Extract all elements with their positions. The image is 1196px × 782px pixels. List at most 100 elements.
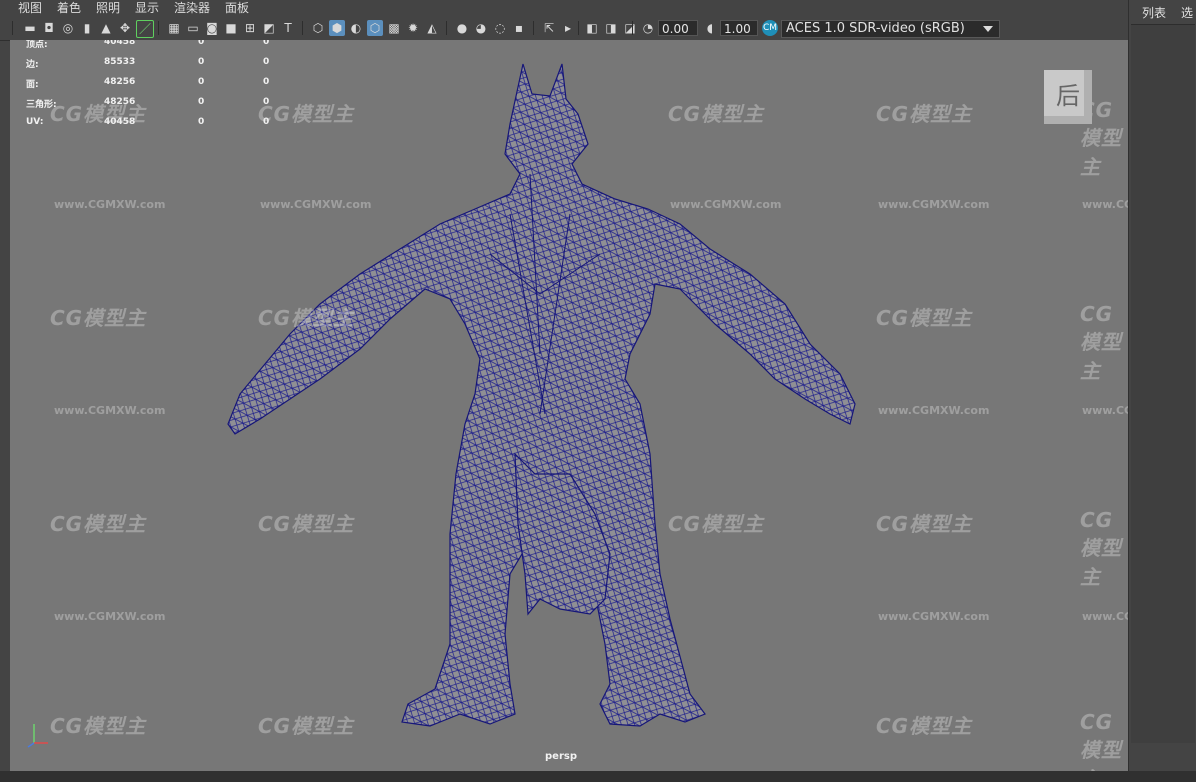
hud-label: 边:	[26, 60, 39, 70]
watermark-url: www.CGMXW.com	[54, 404, 166, 417]
xray-joints-icon[interactable]: ◨	[603, 20, 619, 36]
toolbar-separator	[533, 21, 534, 35]
hud-value: 48256	[104, 97, 136, 107]
menu-lighting[interactable]: 照明	[96, 0, 120, 16]
outliner-content[interactable]	[1131, 24, 1195, 743]
screen-space-ao-icon[interactable]: ●	[454, 20, 470, 36]
hud-value: 48256	[104, 77, 136, 87]
menu-renderer[interactable]: 渲染器	[174, 0, 210, 16]
axis-gizmo-icon	[27, 724, 48, 748]
hud-value: 40458	[104, 117, 136, 127]
hud-value: 0	[198, 57, 205, 67]
multisample-aa-icon[interactable]: ◌	[492, 20, 508, 36]
toolbar-separator	[578, 21, 579, 35]
panel-toolbar: ▬ ◘ ◎ ▮ ▲ ✥ ／ ▦ ▭ ◙ ■ ⊞ ◩ T ⬡ ⬢ ◐ ⬡ ▩ ✹ …	[0, 16, 1128, 41]
safe-title-icon[interactable]: T	[280, 20, 296, 36]
camera-attributes-icon[interactable]: ◘	[41, 20, 57, 36]
wireframe-on-shaded-icon[interactable]: ⬡	[367, 20, 383, 36]
isolate-select-icon[interactable]: ⇱	[541, 20, 557, 36]
hud-row-vertices: 顶点: 40458 0 0	[26, 40, 286, 53]
toolbar-separator	[158, 21, 159, 35]
grease-pencil-icon[interactable]: ▲	[98, 20, 114, 36]
resolution-gate-icon[interactable]: ◙	[204, 20, 220, 36]
watermark-logo: CG模型主	[1080, 508, 1122, 589]
hud-value: 0	[198, 40, 205, 47]
watermark-logo: CG模型主	[876, 306, 973, 330]
gamma-field[interactable]: 1.00	[720, 20, 758, 36]
view-cube[interactable]: 后	[1044, 70, 1092, 124]
default-material-icon[interactable]: ◐	[348, 20, 364, 36]
safe-action-icon[interactable]: ◩	[261, 20, 277, 36]
colorspace-dropdown[interactable]: ACES 1.0 SDR-video (sRGB)	[781, 20, 1000, 38]
hud-value: 40458	[104, 40, 136, 47]
watermark-url: www.CGMXW.com	[1082, 404, 1128, 417]
hud-label: UV:	[26, 117, 44, 127]
use-all-lights-icon[interactable]: ✹	[405, 20, 421, 36]
watermark-url: www.CGMXW.com	[878, 610, 990, 623]
gate-mask-icon[interactable]: ■	[223, 20, 239, 36]
color-management-icon[interactable]: CM	[762, 20, 778, 36]
hud-value: 0	[198, 77, 205, 87]
maya-app: 视图 着色 照明 显示 渲染器 面板 ▬ ◘ ◎ ▮ ▲ ✥ ／ ▦ ▭ ◙ ■…	[0, 0, 1196, 782]
field-chart-icon[interactable]: ⊞	[242, 20, 258, 36]
persp-viewport[interactable]: 顶点: 40458 0 0 边: 85533 0 0 面: 48256 0 0 …	[10, 40, 1128, 771]
menu-show[interactable]: 显示	[135, 0, 159, 16]
watermark-url: www.CGMXW.com	[878, 404, 990, 417]
exposure-icon[interactable]: ◔	[640, 20, 656, 36]
menu-view[interactable]: 视图	[18, 0, 42, 16]
camera-name-label: persp	[545, 751, 577, 762]
watermark-logo: CG模型主	[876, 512, 973, 536]
exposure-field[interactable]: 0.00	[658, 20, 698, 36]
menu-shading[interactable]: 着色	[57, 0, 81, 16]
watermark-url: www.CGMXW.com	[878, 198, 990, 211]
watermark-url: www.CGMXW.com	[54, 198, 166, 211]
hud-label: 三角形:	[26, 100, 57, 110]
tab-select[interactable]: 选	[1181, 4, 1193, 21]
watermark-logo: CG模型主	[876, 714, 973, 738]
outliner-panel: 列表 选	[1128, 0, 1196, 782]
hud-value: 0	[263, 40, 270, 47]
watermark-logo: CG模型主	[50, 512, 147, 536]
watermark-url: www.CGMXW.com	[54, 610, 166, 623]
colorspace-value: ACES 1.0 SDR-video (sRGB)	[786, 21, 965, 36]
bookmark-icon[interactable]: ◎	[60, 20, 76, 36]
hud-value: 85533	[104, 57, 136, 67]
watermark-logo: CG模型主	[50, 306, 147, 330]
tab-list[interactable]: 列表	[1142, 4, 1166, 21]
grease-pencil-active-icon[interactable]: ／	[136, 20, 154, 38]
toolbar-separator	[12, 21, 13, 35]
xray-active-components-icon[interactable]: ◧	[584, 20, 600, 36]
toolbar-separator	[302, 21, 303, 35]
watermark-url: www.CGMXW.com	[1082, 610, 1128, 623]
watermark-logo: CG模型主	[50, 714, 147, 738]
motion-blur-icon[interactable]: ◕	[473, 20, 489, 36]
depth-of-field-icon[interactable]: ▪	[511, 20, 527, 36]
grid-icon[interactable]: ▦	[166, 20, 182, 36]
watermark-logo: CG模型主	[876, 102, 973, 126]
toolbar-separator	[446, 21, 447, 35]
watermark-url: www.CGMXW.com	[1082, 198, 1128, 211]
hud-value: 0	[198, 97, 205, 107]
gamma-icon[interactable]: ◖	[702, 20, 718, 36]
watermark-logo: CG模型主	[1080, 302, 1122, 383]
panel-menu-bar: 视图 着色 照明 显示 渲染器 面板	[0, 0, 1128, 16]
backface-culling-icon[interactable]: ◪	[622, 20, 638, 36]
2d-pan-zoom-icon[interactable]: ✥	[117, 20, 133, 36]
shadows-icon[interactable]: ◭	[424, 20, 440, 36]
smooth-shade-icon[interactable]: ⬢	[329, 20, 345, 36]
chevron-down-icon	[983, 26, 993, 32]
image-plane-icon[interactable]: ▮	[79, 20, 95, 36]
watermark-logo: CG模型主	[1080, 710, 1122, 771]
camera-select-icon[interactable]: ▬	[22, 20, 38, 36]
toolbar-separator	[632, 21, 633, 35]
film-gate-icon[interactable]: ▭	[185, 20, 201, 36]
textured-icon[interactable]: ▩	[386, 20, 402, 36]
menu-panels[interactable]: 面板	[225, 0, 249, 16]
hud-value: 0	[198, 117, 205, 127]
hud-label: 面:	[26, 80, 39, 90]
werewolf-wireframe-model[interactable]	[210, 54, 870, 744]
hud-label: 顶点:	[26, 40, 48, 50]
time-slider[interactable]	[0, 771, 1196, 782]
xray-icon[interactable]: ▸	[560, 20, 576, 36]
wireframe-icon[interactable]: ⬡	[310, 20, 326, 36]
